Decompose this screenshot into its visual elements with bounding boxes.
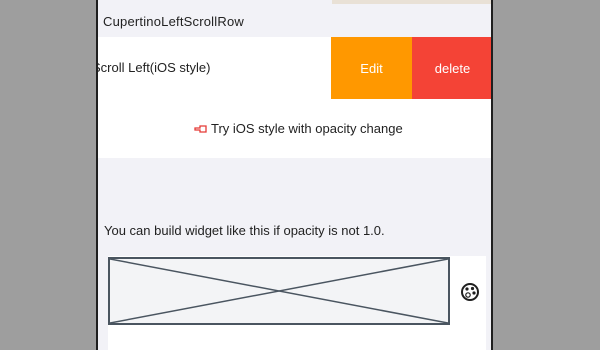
opacity-note: You can build widget like this if opacit…: [104, 223, 385, 238]
swipe-row[interactable]: Scroll Left(iOS style) Edit delete: [96, 37, 493, 99]
hand-point-icon: [194, 123, 208, 135]
try-ios-style-link[interactable]: Try iOS style with opacity change: [194, 121, 403, 136]
demo-panel: [108, 256, 486, 350]
section-header: CupertinoLeftScrollRow: [103, 14, 244, 29]
try-row: Try iOS style with opacity change: [96, 99, 493, 158]
row-title: Scroll Left(iOS style): [96, 60, 211, 75]
try-link-label: Try iOS style with opacity change: [211, 121, 403, 136]
edit-button[interactable]: Edit: [331, 37, 412, 99]
top-strip: [332, 0, 493, 4]
screen-edge-left: [96, 0, 98, 350]
delete-button[interactable]: delete: [412, 37, 493, 99]
placeholder-widget: [108, 257, 450, 325]
palette-icon[interactable]: [460, 282, 480, 302]
screen-edge-right: [491, 0, 493, 350]
app-screen: CupertinoLeftScrollRow Scroll Left(iOS s…: [96, 0, 493, 350]
